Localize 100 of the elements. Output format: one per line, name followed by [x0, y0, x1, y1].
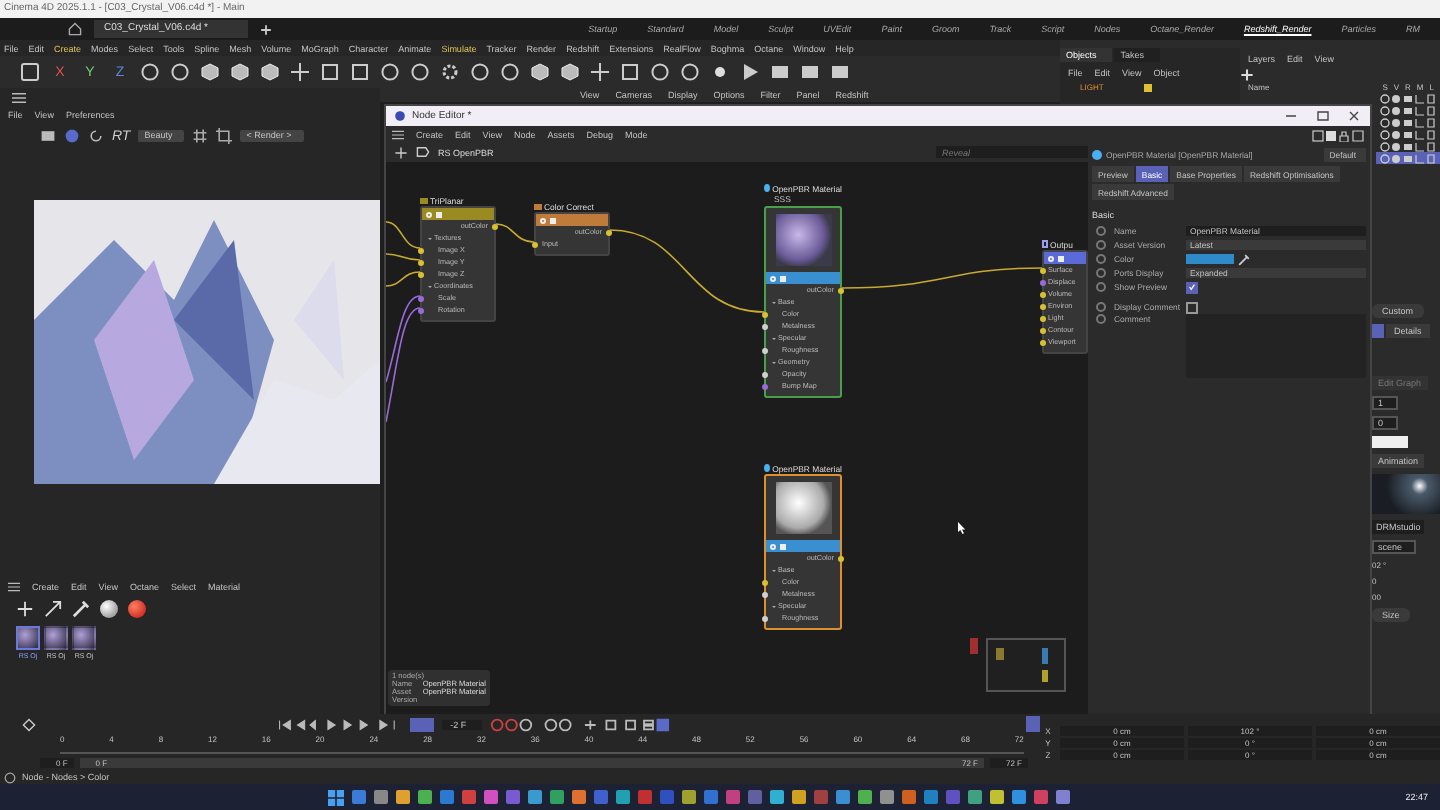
layer-row[interactable] [1376, 128, 1440, 140]
color-swatch[interactable] [1186, 253, 1234, 265]
node-header[interactable] [766, 272, 840, 284]
circle-icon[interactable] [500, 62, 520, 82]
port-dot[interactable] [418, 259, 424, 265]
square-icon[interactable] [350, 62, 370, 82]
plus-icon[interactable] [16, 600, 34, 618]
node-header[interactable] [536, 214, 608, 226]
tomato-icon[interactable] [128, 600, 146, 618]
move-icon[interactable] [290, 62, 310, 82]
cursor-icon [958, 522, 966, 534]
port-dot[interactable] [1040, 315, 1046, 321]
connection-wire [386, 221, 421, 249]
node-header[interactable] [422, 208, 494, 220]
node-header[interactable] [1044, 252, 1086, 264]
material-swatch[interactable] [44, 626, 68, 650]
play-icon[interactable] [740, 62, 760, 82]
port-dot[interactable] [762, 383, 768, 389]
windows-icon[interactable] [327, 789, 344, 805]
connection-wire [386, 295, 421, 383]
arrow-icon[interactable] [44, 600, 62, 618]
port-dot[interactable] [418, 295, 424, 301]
menu-icon[interactable] [12, 92, 26, 104]
port-dot[interactable] [838, 287, 844, 293]
square-icon[interactable] [620, 62, 640, 82]
layer-row[interactable] [1376, 116, 1440, 128]
eyedropper-icon[interactable] [72, 600, 90, 618]
port-dot[interactable] [838, 555, 844, 561]
material-swatch[interactable] [16, 626, 40, 650]
film-icon[interactable] [40, 128, 56, 144]
port-dot[interactable] [762, 311, 768, 317]
circle-icon[interactable] [380, 62, 400, 82]
circle-icon[interactable] [410, 62, 430, 82]
node-header[interactable] [766, 540, 840, 552]
square-icon[interactable] [320, 62, 340, 82]
texture-icon [534, 203, 542, 209]
minimap[interactable] [986, 638, 1066, 692]
grid-icon[interactable] [192, 128, 209, 144]
keyframe-icon[interactable] [22, 717, 36, 731]
color-swatch[interactable] [1372, 436, 1408, 448]
connection-wire [386, 271, 421, 287]
gear-icon[interactable] [440, 62, 460, 82]
sun-icon[interactable] [710, 62, 730, 82]
home-icon[interactable] [68, 22, 82, 36]
circle-icon[interactable] [140, 62, 160, 82]
port-dot[interactable] [1040, 327, 1046, 333]
texture-icon [420, 197, 428, 203]
port-dot[interactable] [762, 371, 768, 377]
sphere-icon[interactable] [100, 600, 118, 618]
port-dot[interactable] [762, 323, 768, 329]
port-dot[interactable] [532, 241, 538, 247]
environment-preview [1372, 474, 1440, 514]
minimap-markers [970, 638, 978, 654]
port-dot[interactable] [1040, 339, 1046, 345]
circle-icon[interactable] [650, 62, 670, 82]
port-dot[interactable] [762, 615, 768, 621]
graph-icon[interactable] [1025, 716, 1040, 732]
window-controls[interactable] [1282, 110, 1362, 122]
port-dot[interactable] [418, 307, 424, 313]
port-dot[interactable] [418, 247, 424, 253]
connection-wire [386, 307, 421, 423]
layer-row[interactable] [1376, 140, 1440, 152]
box-icon[interactable] [20, 62, 40, 82]
plus-icon[interactable] [1240, 68, 1254, 82]
plus-icon[interactable] [259, 23, 272, 35]
connection-wire [386, 253, 421, 261]
port-dot[interactable] [418, 271, 424, 277]
port-dot[interactable] [492, 223, 498, 229]
port-dot[interactable] [1040, 279, 1046, 285]
panel-icons[interactable] [1312, 130, 1364, 142]
eyedropper-icon[interactable] [1238, 253, 1250, 265]
info-icon [4, 771, 16, 783]
plus-icon[interactable] [394, 145, 408, 159]
menu-icon[interactable] [8, 581, 20, 591]
material-icon [764, 464, 771, 472]
layer-row[interactable] [1376, 92, 1440, 104]
circle-icon[interactable] [470, 62, 490, 82]
loop-icon[interactable] [409, 717, 435, 731]
move-icon[interactable] [590, 62, 610, 82]
connection-wire [495, 223, 535, 243]
menu-icon[interactable] [392, 129, 404, 139]
record-controls[interactable] [490, 717, 670, 731]
material-icon [1092, 149, 1102, 159]
output-icon [1042, 240, 1048, 248]
material-swatch[interactable] [72, 626, 96, 650]
port-dot[interactable] [762, 591, 768, 597]
port-dot[interactable] [606, 229, 612, 235]
port-dot[interactable] [762, 579, 768, 585]
circle-icon[interactable] [170, 62, 190, 82]
port-dot[interactable] [1040, 303, 1046, 309]
refresh-icon[interactable] [88, 128, 104, 144]
port-dot[interactable] [1040, 291, 1046, 297]
checkbox[interactable] [1186, 281, 1198, 293]
comment-field[interactable] [1186, 314, 1366, 378]
port-dot[interactable] [762, 347, 768, 353]
layer-row[interactable] [1376, 104, 1440, 116]
tag-icon [416, 146, 430, 158]
crop-icon[interactable] [216, 128, 233, 144]
port-dot[interactable] [1040, 267, 1046, 273]
circle-icon[interactable] [680, 62, 700, 82]
